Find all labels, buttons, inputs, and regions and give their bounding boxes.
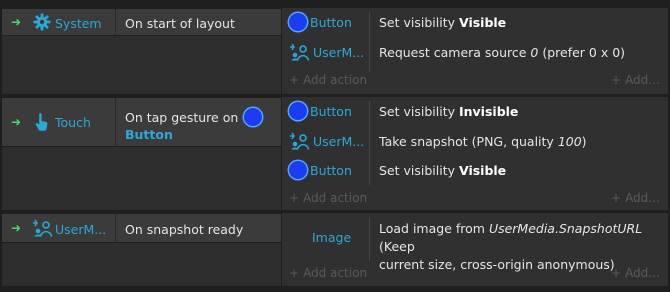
divider: [115, 214, 116, 242]
action-object-image[interactable]: Image: [312, 225, 351, 249]
divider: [369, 217, 370, 261]
condition-row[interactable]: ➜ System On start of layout: [2, 9, 281, 35]
divider: [115, 9, 116, 35]
condition-object-name: Touch: [55, 115, 91, 130]
action-text-tail: (Keep: [379, 239, 415, 254]
action-text-italic: UserMedia.SnapshotURL: [488, 221, 643, 236]
usermedia-icon: [290, 43, 310, 61]
action-object-name: UserM...: [313, 44, 365, 60]
action-text-tail: (prefer 0 x 0): [538, 45, 626, 60]
action-object-usermedia[interactable]: UserM...: [289, 129, 364, 153]
event-block-3[interactable]: ➜ UserM... On snapshot ready Image Load …: [0, 213, 670, 286]
action-object-button[interactable]: Button: [289, 10, 352, 34]
action-text-bold: Visible: [458, 163, 507, 178]
touch-icon: [35, 113, 48, 131]
plus-icon: +: [611, 191, 622, 205]
action-text[interactable]: Set visibility Visible: [379, 163, 506, 178]
action-object-name: Button: [310, 14, 352, 30]
action-object-name: Image: [312, 229, 352, 245]
action-object-name: Button: [310, 162, 352, 178]
button-circle-icon: [244, 108, 263, 126]
arrow-right-icon: ➜: [11, 115, 22, 129]
gear-icon: [33, 13, 51, 31]
action-object-button[interactable]: Button: [289, 99, 352, 123]
action-text-plain: Load image from: [379, 221, 489, 236]
condition-object-name: UserM...: [55, 222, 107, 237]
button-circle-icon: [289, 102, 307, 120]
action-text-plain: Take snapshot (PNG, quality: [379, 134, 558, 149]
button-circle-icon: [289, 13, 307, 31]
condition-row[interactable]: ➜ UserM... On snapshot ready: [2, 214, 281, 242]
action-object-usermedia[interactable]: UserM...: [289, 40, 364, 64]
divider: [369, 12, 370, 72]
action-text-italic: 100: [557, 134, 582, 149]
plus-icon: +: [289, 266, 300, 280]
plus-icon: +: [289, 191, 300, 205]
usermedia-icon: [290, 132, 310, 150]
plus-icon: +: [611, 266, 622, 280]
divider: [369, 101, 370, 185]
add-action-label: Add action: [303, 191, 368, 205]
plus-icon: +: [611, 73, 622, 87]
action-text[interactable]: Take snapshot (PNG, quality 100): [379, 134, 587, 149]
action-text[interactable]: Request camera source 0 (prefer 0 x 0): [379, 45, 625, 60]
add-action-button[interactable]: + Add action: [289, 73, 367, 87]
add-more-button[interactable]: + Add...: [611, 73, 660, 87]
event-block-2[interactable]: ➜ Touch On tap gesture on Button Button …: [0, 97, 670, 210]
action-text-line2: current size, cross-origin anonymous): [379, 257, 615, 272]
add-action-label: Add action: [303, 73, 368, 87]
action-object-button[interactable]: Button: [289, 158, 352, 182]
action-text-bold: Visible: [458, 15, 507, 30]
usermedia-icon: [33, 219, 53, 237]
add-action-button[interactable]: + Add action: [289, 191, 367, 205]
action-text-plain: Set visibility: [379, 163, 459, 178]
add-more-label: Add...: [625, 73, 660, 87]
condition-text: On tap gesture on Button: [125, 108, 265, 143]
event-block-1[interactable]: ➜ System On start of layout Button Set v…: [0, 8, 670, 94]
condition-text-plain: On tap gesture on: [125, 110, 239, 125]
action-text[interactable]: Set visibility Invisible: [379, 104, 518, 119]
condition-area: [2, 147, 281, 210]
add-more-button[interactable]: + Add...: [611, 266, 660, 280]
action-text-plain: Request camera source: [379, 45, 531, 60]
add-more-label: Add...: [625, 191, 660, 205]
divider: [115, 98, 116, 146]
button-circle-icon: [289, 161, 307, 179]
add-action-button[interactable]: + Add action: [289, 266, 367, 280]
action-text[interactable]: Set visibility Visible: [379, 15, 506, 30]
action-text-plain: Set visibility: [379, 15, 459, 30]
condition-text: On start of layout: [125, 16, 235, 31]
add-action-label: Add action: [303, 266, 368, 280]
add-more-button[interactable]: + Add...: [611, 191, 660, 205]
condition-row[interactable]: ➜ Touch On tap gesture on Button: [2, 98, 281, 146]
condition-object-name: System: [55, 16, 102, 31]
plus-icon: +: [289, 73, 300, 87]
condition-area: [2, 243, 281, 286]
condition-text: On snapshot ready: [125, 222, 244, 237]
add-more-label: Add...: [625, 266, 660, 280]
action-text-plain: Set visibility: [379, 104, 459, 119]
condition-area: [2, 36, 281, 94]
condition-object-ref: Button: [125, 127, 173, 142]
arrow-right-icon: ➜: [11, 15, 22, 29]
action-text-bold: Invisible: [458, 104, 519, 119]
action-object-name: UserM...: [313, 133, 365, 149]
action-object-name: Button: [310, 103, 352, 119]
arrow-right-icon: ➜: [11, 221, 22, 235]
action-text-tail: ): [581, 134, 587, 149]
